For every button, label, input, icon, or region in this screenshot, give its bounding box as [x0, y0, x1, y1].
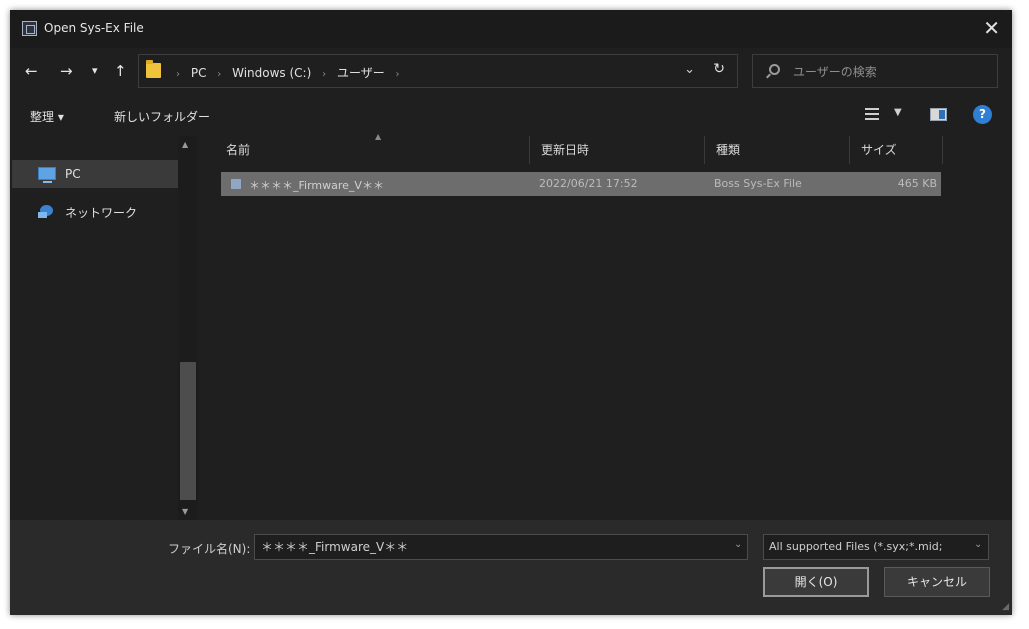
change-view-icon[interactable]: [865, 108, 879, 121]
breadcrumb-separator-icon: ›: [217, 69, 222, 80]
search-box[interactable]: [752, 54, 998, 88]
file-name: ＊＊＊＊_Firmware_V＊＊: [249, 179, 384, 192]
title-bar: Open Sys-Ex File ✕: [10, 10, 1012, 48]
search-icon: [769, 64, 780, 75]
back-arrow-icon[interactable]: ←: [25, 61, 38, 81]
open-button[interactable]: 開く(O): [763, 567, 869, 597]
dialog-footer: ファイル名(N): ＊＊＊＊_Firmware_V＊＊ ⌄ All suppor…: [10, 520, 1012, 615]
cancel-button[interactable]: キャンセル: [884, 567, 990, 597]
search-input[interactable]: [791, 62, 986, 82]
filename-label: ファイル名(N):: [168, 542, 251, 556]
refresh-icon[interactable]: ↻: [713, 61, 725, 77]
breadcrumb-item-windows-c[interactable]: Windows (C:): [232, 66, 311, 80]
network-icon: [38, 204, 56, 218]
new-folder-button[interactable]: 新しいフォルダー: [114, 108, 210, 125]
up-arrow-icon[interactable]: ↑: [114, 61, 127, 81]
address-bar[interactable]: › PC › Windows (C:) › ユーザー › ⌄ ↻: [138, 54, 738, 88]
navigation-bar: ← → ▾ ↑ › PC › Windows (C:) › ユーザー › ⌄ ↻: [10, 54, 1012, 90]
navigation-pane-scrollbar[interactable]: ▲ ▼: [178, 136, 198, 520]
file-type: Boss Sys-Ex File: [714, 177, 802, 190]
navigation-pane: PC ネットワーク: [10, 136, 200, 520]
sidebar-item-network[interactable]: ネットワーク: [12, 197, 178, 225]
breadcrumb-separator-icon: ›: [322, 69, 327, 80]
column-header-size[interactable]: サイズ: [849, 136, 942, 164]
table-row[interactable]: ＊＊＊＊_Firmware_V＊＊ 2022/06/21 17:52 Boss …: [221, 172, 941, 196]
filename-input[interactable]: ＊＊＊＊_Firmware_V＊＊: [254, 534, 748, 560]
forward-arrow-icon[interactable]: →: [60, 61, 73, 81]
column-header-modified[interactable]: 更新日時: [529, 136, 704, 164]
breadcrumb: › PC › Windows (C:) › ユーザー ›: [169, 64, 407, 81]
computer-icon: [38, 167, 56, 183]
scroll-up-icon[interactable]: ▲: [182, 140, 188, 149]
breadcrumb-item-pc[interactable]: PC: [191, 66, 207, 80]
column-header-type[interactable]: 種類: [704, 136, 849, 164]
command-bar: 整理 ▾ 新しいフォルダー ▼ ?: [10, 102, 1012, 130]
recent-locations-chevron-icon[interactable]: ▾: [92, 61, 98, 81]
scroll-down-icon[interactable]: ▼: [182, 507, 188, 516]
file-size: 465 KB: [897, 177, 937, 190]
sidebar-item-label: PC: [65, 167, 81, 181]
dialog-title: Open Sys-Ex File: [44, 21, 144, 35]
file-type-filter-select[interactable]: All supported Files (*.syx;*.mid;: [763, 534, 989, 560]
view-options-chevron-icon[interactable]: ▼: [894, 107, 902, 118]
file-modified: 2022/06/21 17:52: [539, 177, 638, 190]
address-dropdown-icon[interactable]: ⌄: [684, 62, 695, 77]
open-file-dialog: Open Sys-Ex File ✕ ← → ▾ ↑ › PC › Window…: [10, 10, 1012, 615]
app-icon: [22, 21, 37, 36]
sidebar-item-pc[interactable]: PC: [12, 160, 178, 188]
organize-button[interactable]: 整理 ▾: [30, 108, 64, 125]
sysex-file-icon: [231, 179, 241, 189]
close-icon[interactable]: ✕: [983, 16, 1000, 40]
preview-pane-icon[interactable]: [930, 108, 947, 121]
sidebar-item-label: ネットワーク: [65, 206, 138, 220]
filter-dropdown-chevron-icon[interactable]: ⌄: [974, 539, 982, 550]
folder-icon: [146, 60, 161, 78]
file-list: ▲ 名前 更新日時 種類 サイズ ＊＊＊＊_Firmware_V＊＊ 2022/…: [200, 132, 1012, 520]
column-divider[interactable]: [942, 136, 943, 164]
scrollbar-thumb[interactable]: [180, 362, 196, 500]
breadcrumb-separator-icon[interactable]: ›: [396, 69, 400, 80]
column-header-name[interactable]: 名前: [214, 136, 529, 164]
breadcrumb-separator-icon: ›: [176, 69, 180, 80]
filename-history-chevron-icon[interactable]: ⌄: [734, 539, 742, 550]
help-icon[interactable]: ?: [973, 105, 992, 124]
resize-grip-icon[interactable]: ◢: [1002, 602, 1009, 612]
breadcrumb-item-users[interactable]: ユーザー: [337, 66, 385, 80]
